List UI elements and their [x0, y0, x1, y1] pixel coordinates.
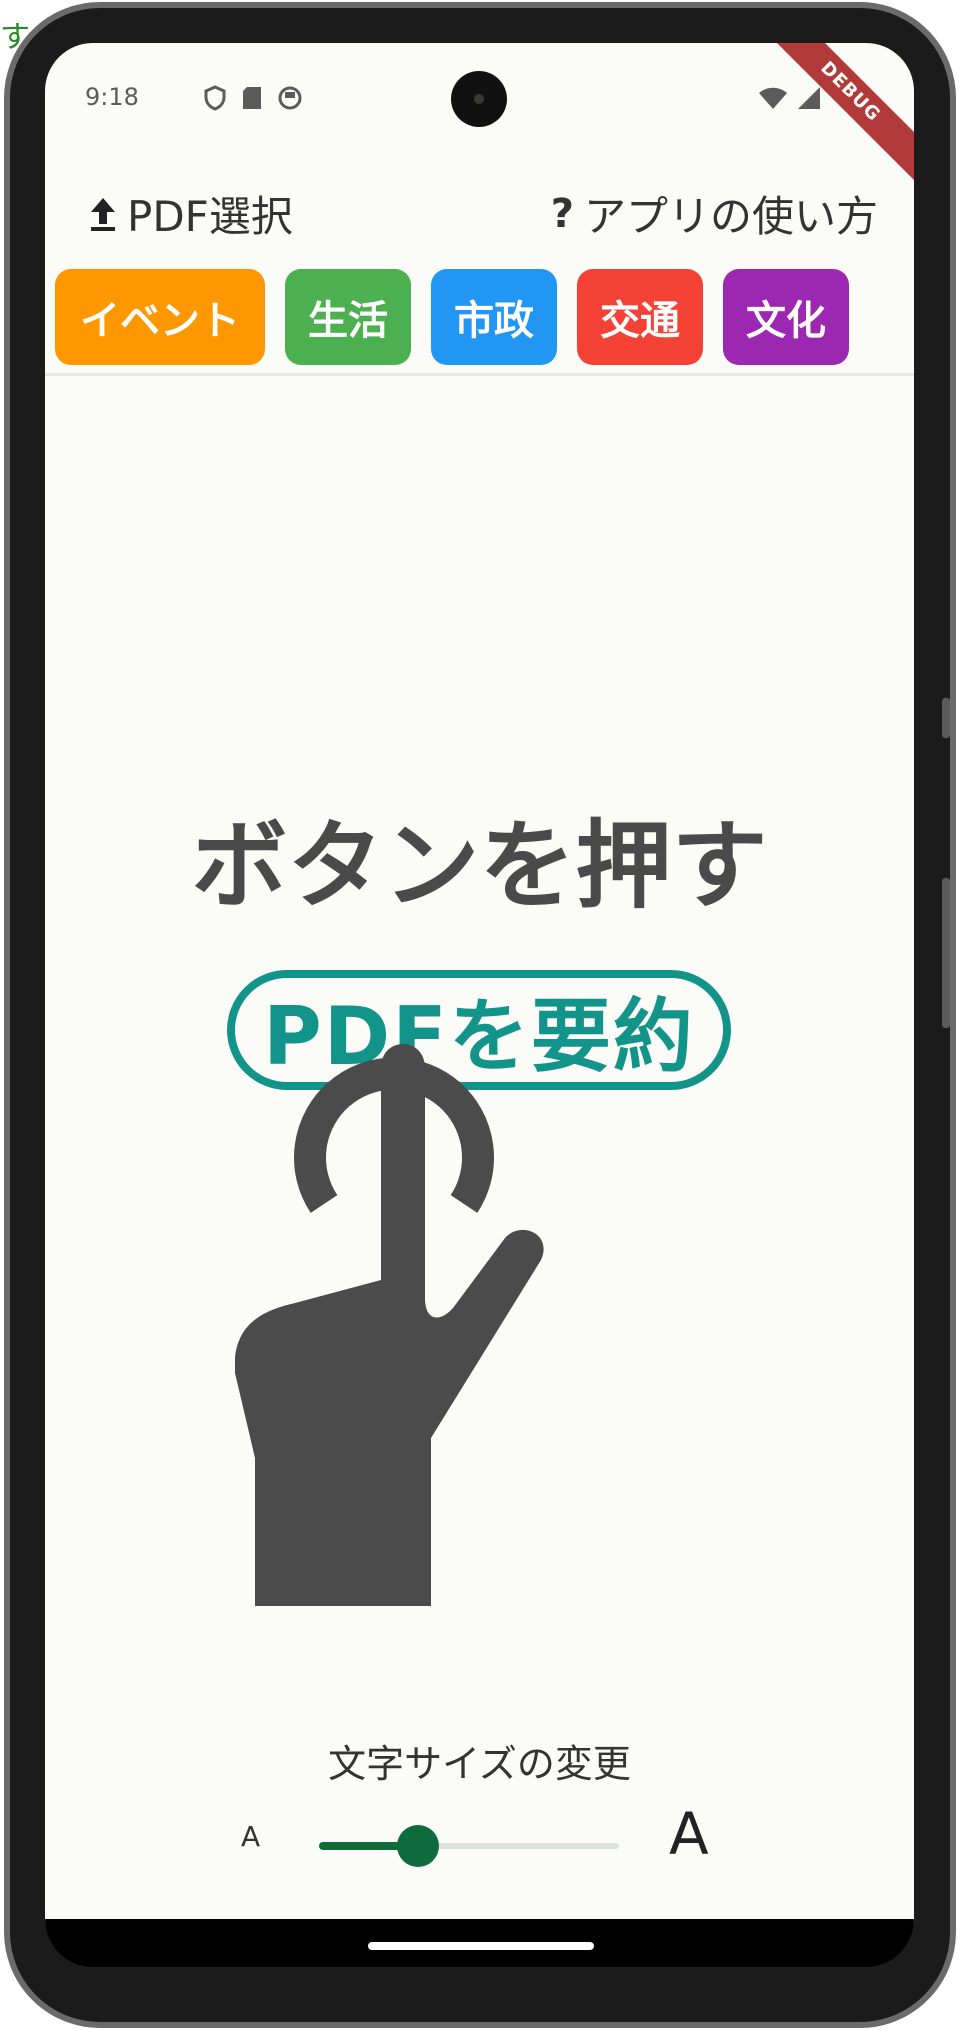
upload-icon	[91, 197, 115, 231]
help-label: アプリの使い方	[583, 192, 878, 241]
pdf-select-label: PDF選択	[127, 192, 293, 241]
category-chip-life[interactable]: 生活	[285, 269, 411, 365]
shield-icon	[204, 85, 226, 111]
category-chips: イベント 生活 市政 交通 文化	[55, 269, 849, 365]
font-size-slider[interactable]	[319, 1825, 619, 1867]
front-camera	[451, 71, 507, 127]
volume-button	[942, 878, 950, 1028]
chip-label: 交通	[600, 298, 680, 344]
wifi-icon	[759, 87, 787, 109]
status-time: 9:18	[85, 83, 139, 111]
chip-label: 文化	[746, 298, 826, 344]
slider-thumb[interactable]	[397, 1825, 439, 1867]
home-indicator[interactable]	[368, 1942, 594, 1950]
app-notification-icon	[278, 86, 302, 110]
pdf-select-button[interactable]: PDF選択	[85, 183, 293, 244]
top-app-bar: PDF選択 ? アプリの使い方	[45, 183, 914, 243]
category-chip-traffic[interactable]: 交通	[577, 269, 703, 365]
category-chip-city[interactable]: 市政	[431, 269, 557, 365]
font-size-small-label: A	[241, 1820, 261, 1853]
help-button[interactable]: ? アプリの使い方	[551, 183, 878, 244]
sd-card-icon	[243, 87, 261, 109]
help-icon: ?	[550, 190, 574, 237]
category-chip-culture[interactable]: 文化	[723, 269, 849, 365]
side-button	[942, 698, 950, 738]
chip-label: イベント	[80, 298, 240, 344]
font-size-large-label: A	[669, 1800, 709, 1868]
signal-icon	[798, 87, 820, 109]
font-size-label: 文字サイズの変更	[328, 1742, 631, 1786]
category-chip-event[interactable]: イベント	[55, 269, 265, 365]
chip-label: 生活	[308, 298, 388, 344]
tap-hand-icon	[235, 1044, 544, 1606]
divider	[45, 373, 914, 376]
chip-label: 市政	[454, 298, 534, 344]
instruction-headline: ボタンを押す	[191, 810, 768, 922]
app-screen: 9:18 DEBUG PDF選択 ? アプリの使い方 イベント 生活 市政 交通…	[45, 43, 914, 1923]
